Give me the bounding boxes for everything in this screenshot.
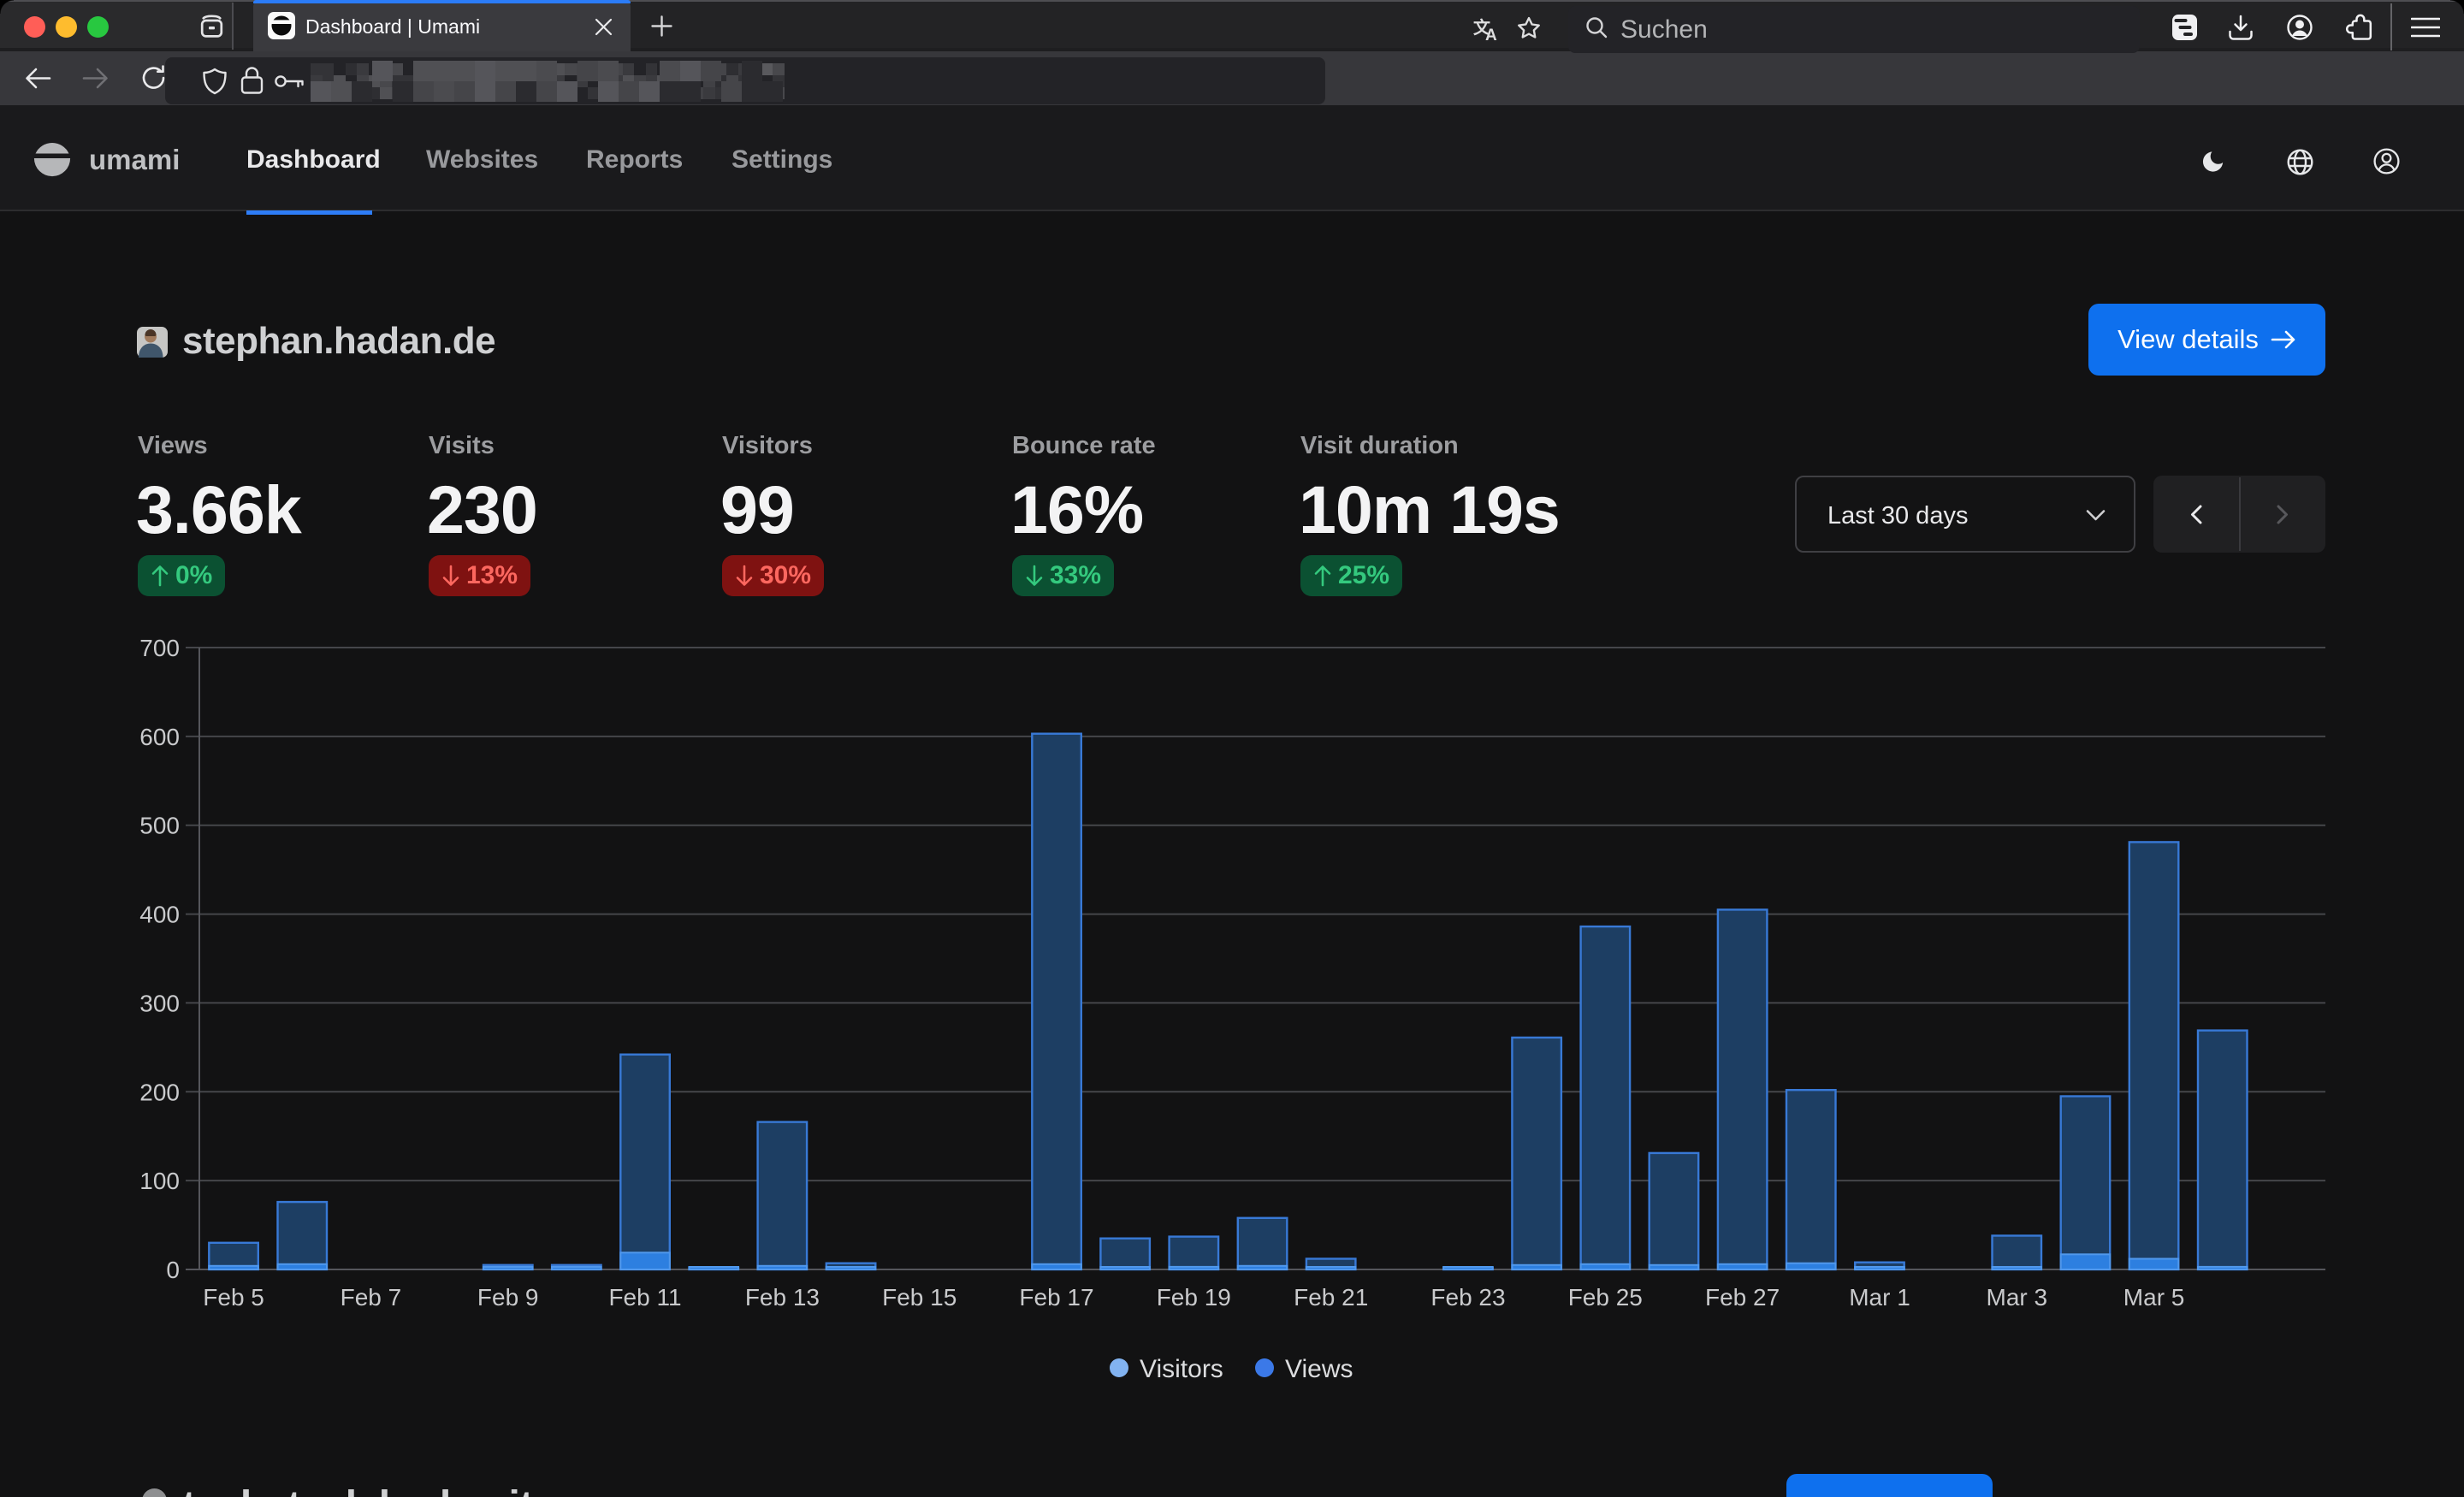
svg-text:Feb 7: Feb 7 bbox=[341, 1284, 402, 1311]
svg-text:Mar 3: Mar 3 bbox=[1987, 1284, 2048, 1311]
svg-text:200: 200 bbox=[139, 1079, 180, 1105]
svg-text:Feb 25: Feb 25 bbox=[1568, 1284, 1643, 1311]
svg-text:400: 400 bbox=[139, 902, 180, 928]
svg-text:Feb 21: Feb 21 bbox=[1294, 1284, 1368, 1311]
svg-text:Mar 1: Mar 1 bbox=[1849, 1284, 1910, 1311]
svg-text:600: 600 bbox=[139, 724, 180, 750]
svg-text:500: 500 bbox=[139, 813, 180, 839]
svg-text:Feb 23: Feb 23 bbox=[1430, 1284, 1505, 1311]
svg-text:Feb 9: Feb 9 bbox=[477, 1284, 539, 1311]
svg-text:Feb 5: Feb 5 bbox=[203, 1284, 264, 1311]
svg-text:Mar 5: Mar 5 bbox=[2123, 1284, 2185, 1311]
svg-text:A: A bbox=[1485, 27, 1497, 42]
svg-text:Views: Views bbox=[1285, 1355, 1353, 1383]
svg-text:0: 0 bbox=[166, 1257, 180, 1283]
svg-text:Visitors: Visitors bbox=[1140, 1355, 1223, 1383]
svg-text:Feb 13: Feb 13 bbox=[745, 1284, 820, 1311]
svg-text:Feb 27: Feb 27 bbox=[1705, 1284, 1780, 1311]
svg-text:Feb 11: Feb 11 bbox=[608, 1284, 681, 1311]
svg-text:Feb 17: Feb 17 bbox=[1019, 1284, 1093, 1311]
svg-text:100: 100 bbox=[139, 1168, 180, 1194]
svg-text:Feb 19: Feb 19 bbox=[1157, 1284, 1231, 1311]
svg-text:300: 300 bbox=[139, 990, 180, 1016]
svg-text:700: 700 bbox=[139, 635, 180, 661]
svg-text:Feb 15: Feb 15 bbox=[882, 1284, 957, 1311]
